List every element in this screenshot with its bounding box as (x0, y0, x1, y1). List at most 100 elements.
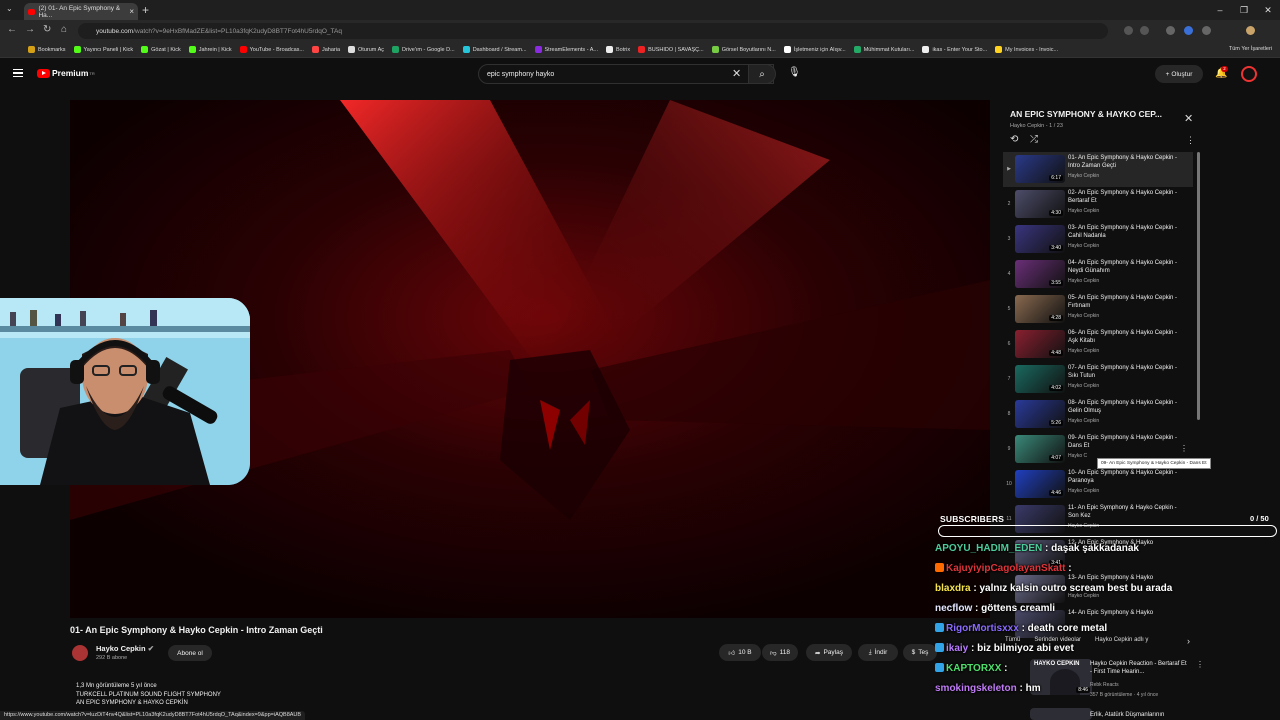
playlist-scrollbar[interactable] (1197, 152, 1200, 420)
playlist-index: 8 (1007, 411, 1011, 417)
chip-channel[interactable]: Hayko Cepkin adlı y (1095, 637, 1148, 643)
playlist-thumbnail: 4:46 (1015, 470, 1065, 498)
shuffle-icon[interactable]: ⤮ (1030, 134, 1038, 145)
description-line: AN EPIC SYMPHONY & HAYKO CEPKİN (76, 700, 188, 706)
bookmark-label: Bookmarks (38, 46, 66, 53)
chat-text: : (1001, 663, 1008, 674)
youtube-logo[interactable]: Premium TR (37, 68, 95, 78)
bookmark-item[interactable]: Jahrein | Kick (188, 46, 232, 53)
bookmark-item[interactable]: YouTube - Broadcas... (239, 46, 304, 53)
menu-icon[interactable] (13, 69, 23, 77)
bookmark-item[interactable]: Yayıncı Paneli | Kick (73, 46, 133, 53)
new-tab-button[interactable]: + (142, 3, 149, 17)
forward-icon[interactable]: → (25, 24, 35, 35)
cast-icon[interactable] (1124, 26, 1133, 35)
puzzle-icon[interactable] (1202, 26, 1211, 35)
star-icon[interactable] (1140, 26, 1149, 35)
subscribers-goal-label: SUBSCRIBERS (940, 514, 1005, 524)
playlist-item[interactable]: ▶ 6:17 01- An Epic Symphony & Hayko Cepkin… (1003, 152, 1193, 187)
channel-name[interactable]: Hayko Cepkin ✔ (96, 644, 154, 653)
home-icon[interactable]: ⌂ (61, 24, 67, 35)
playlist-title[interactable]: AN EPIC SYMPHONY & HAYKO CEP... (1010, 109, 1178, 119)
bookmark-item[interactable]: Drive'ım - Google D... (392, 46, 455, 53)
chat-text: : daşak şakkadanak (1042, 543, 1139, 554)
restore-button[interactable]: ❐ (1232, 0, 1256, 20)
url-host: youtube.com (96, 27, 134, 35)
recommendation-title[interactable]: Erlik, Atatürk Düşmanlarının (1090, 712, 1164, 718)
playlist-more-icon[interactable]: ⋮ (1186, 135, 1195, 146)
bookmark-item[interactable]: ikas - Enter Your Sto... (922, 46, 987, 53)
all-bookmarks[interactable]: Tüm Yer İşaretleri (1229, 46, 1272, 52)
bookmark-item[interactable]: Bookmarks (28, 46, 66, 53)
extension-icon[interactable] (1184, 26, 1193, 35)
playlist-item[interactable]: 8 5:26 08- An Epic Symphony & Hayko Cepkin… (1003, 397, 1193, 432)
playlist-item[interactable]: 7 4:02 07- An Epic Symphony & Hayko Cepkin… (1003, 362, 1193, 397)
browser-tab[interactable]: (2) 01- An Epic Symphony & Ha... × (24, 3, 138, 20)
chat-username: APOYU_HADIM_EDEN (935, 543, 1043, 554)
chevron-right-icon[interactable]: › (1187, 636, 1190, 646)
bookmark-item[interactable]: İşletmeniz için Alışv... (783, 46, 846, 53)
extension-icon[interactable] (1166, 26, 1175, 35)
subscribe-button[interactable]: Abone ol (168, 645, 212, 661)
close-window-button[interactable]: ✕ (1256, 0, 1280, 20)
bookmark-item[interactable]: Görsel Boyutlarını N... (711, 46, 776, 53)
url-input[interactable]: youtube.com/watch?v=9eHxBfMadZE&list=PL1… (78, 23, 1108, 39)
thumbs-up-icon: 👍︎ (728, 649, 736, 657)
chat-badge-icon (935, 623, 944, 632)
search-button[interactable]: ⌕ (748, 64, 776, 84)
description-box[interactable]: 1,3 Mn görüntüleme 5 yıl önce TURKCELL P… (76, 682, 221, 708)
download-button[interactable]: ⤓ İndir (858, 644, 898, 661)
thanks-button[interactable]: $ Teş (903, 644, 937, 661)
search-input[interactable]: epic symphony hayko (478, 64, 774, 84)
playlist-item[interactable]: 2 4:30 02- An Epic Symphony & Hayko Cepkin… (1003, 187, 1193, 222)
playlist-item-title: 05- An Epic Symphony & Hayko Cepkin - Fı… (1068, 295, 1178, 309)
microphone-icon[interactable]: 🎙 (788, 67, 801, 78)
bookmark-item[interactable]: Jaharia (311, 46, 340, 53)
youtube-favicon-icon (28, 8, 36, 15)
dislike-button[interactable]: 👎︎ 118 (762, 644, 798, 661)
like-button[interactable]: 👍︎ 10 B (719, 644, 761, 661)
recommendation-thumbnail[interactable] (1030, 708, 1092, 720)
bookmark-item[interactable]: Oturum Aç (348, 46, 384, 53)
status-bar-url: https://www.youtube.com/watch?v=luzDiT4n… (0, 711, 306, 720)
like-count: 10 B (738, 649, 752, 656)
playlist-item[interactable]: 3 3:40 03- An Epic Symphony & Hayko Cepkin… (1003, 222, 1193, 257)
bookmark-item[interactable]: StreamElements - A... (534, 46, 598, 53)
create-button[interactable]: + Oluştur (1155, 65, 1203, 83)
bookmark-item[interactable]: Mühimmat Kutuları... (853, 46, 914, 53)
recommendation-more-icon[interactable]: ⋮ (1196, 660, 1204, 669)
account-avatar[interactable] (1241, 66, 1257, 82)
bookmark-label: Görsel Boyutlarını N... (721, 46, 776, 53)
close-playlist-icon[interactable]: ✕ (1184, 112, 1193, 125)
playlist-item-channel: Hayko Cepkin (1068, 348, 1100, 354)
bookmark-item[interactable]: Botrix (606, 46, 630, 53)
share-button[interactable]: ➦ Paylaş (806, 644, 852, 661)
playlist-item[interactable]: 4 3:55 04- An Epic Symphony & Hayko Cepkin… (1003, 257, 1193, 292)
playlist-item[interactable]: 10 4:46 10- An Epic Symphony & Hayko Cepki… (1003, 467, 1193, 502)
clear-search-icon[interactable]: ✕ (732, 67, 741, 80)
back-icon[interactable]: ← (7, 24, 17, 35)
bookmark-item[interactable]: Gözat | Kick (141, 46, 181, 53)
item-more-icon[interactable]: ⋮ (1180, 444, 1188, 453)
reload-icon[interactable]: ↻ (43, 24, 51, 35)
profile-avatar[interactable] (1246, 26, 1255, 35)
close-tab-icon[interactable]: × (129, 7, 134, 16)
bookmark-item[interactable]: My Invoices - Invoic... (995, 46, 1058, 53)
channel-avatar[interactable] (72, 645, 88, 661)
playlist-item-title: 14- An Epic Symphony & Hayko (1068, 610, 1154, 616)
recommendation-title[interactable]: Hayko Cepkin Reaction - Bertaraf Et - Fi… (1090, 661, 1190, 676)
bookmark-icon (348, 46, 356, 53)
playlist-subtitle: Hayko Cepkin - 1 / 23 (1010, 123, 1063, 129)
bookmark-item[interactable]: Dashboard / Stream... (462, 46, 527, 53)
playlist-item-title: 03- An Epic Symphony & Hayko Cepkin - Ca… (1068, 225, 1178, 239)
recommendation-channel[interactable]: Rebk Reacts (1090, 682, 1119, 688)
chat-username: KAPTORXX (946, 663, 1002, 674)
chat-text: : yalnız kalsin outro scream best bu ara… (970, 583, 1173, 594)
loop-icon[interactable]: ⟲ (1010, 134, 1018, 145)
tab-list-icon[interactable]: ⌄ (6, 4, 13, 13)
minimize-button[interactable]: – (1208, 0, 1232, 20)
playlist-item[interactable]: 6 4:48 06- An Epic Symphony & Hayko Cepkin… (1003, 327, 1193, 362)
thanks-icon: $ (911, 649, 916, 656)
playlist-item[interactable]: 5 4:28 05- An Epic Symphony & Hayko Cepkin… (1003, 292, 1193, 327)
bookmark-item[interactable]: BUSHIDO | SAVAŞÇ... (638, 46, 704, 53)
